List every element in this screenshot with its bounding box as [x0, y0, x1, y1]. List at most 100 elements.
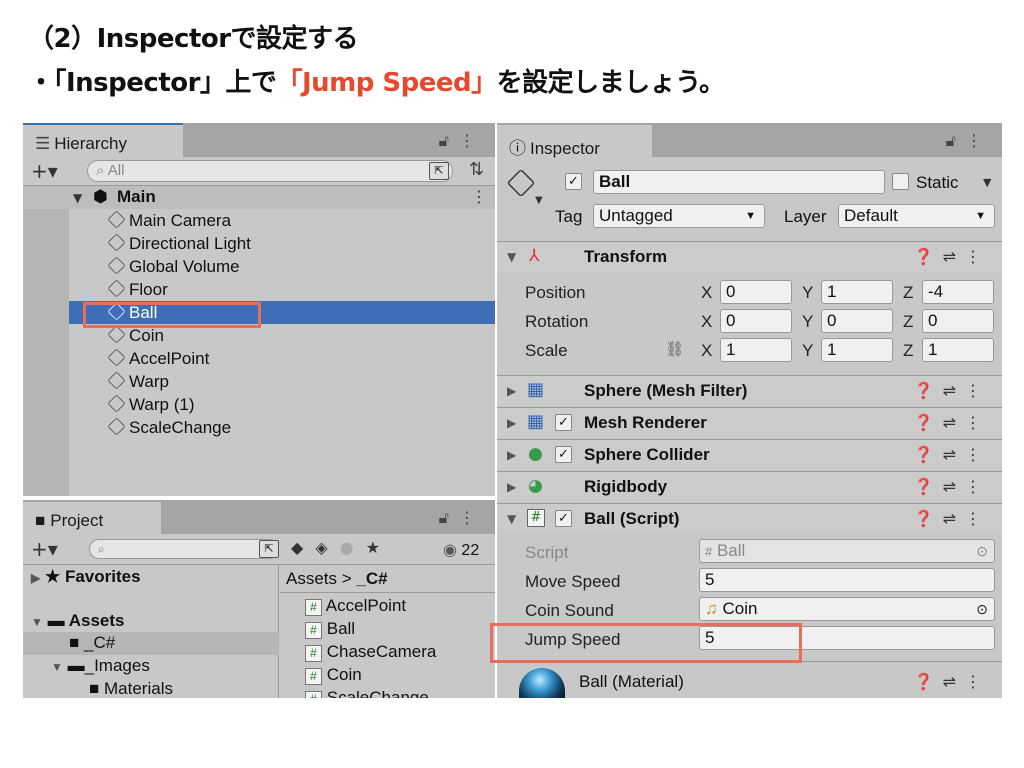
assets-item[interactable]: ▼ ▬ Assets [31, 611, 124, 631]
rotation-y-field[interactable]: 0 [821, 309, 893, 333]
preset-icon[interactable]: ⇌ [943, 672, 965, 691]
component-rigidbody-header[interactable]: ▶ ◕ Rigidbody ❓⇌⋮ [497, 471, 1002, 502]
kebab-menu-icon[interactable]: ⋮ [965, 381, 990, 400]
list-item[interactable]: Directional Light [107, 232, 251, 255]
static-checkbox[interactable] [892, 173, 909, 190]
list-item[interactable]: Main Camera [107, 209, 231, 232]
kebab-menu-icon[interactable]: ⋮ [965, 413, 990, 432]
icon-dropdown-arrow[interactable]: ▼ [535, 195, 543, 206]
help-icon[interactable]: ❓ [914, 672, 943, 691]
preset-icon[interactable]: ⇌ [943, 413, 965, 432]
move-speed-field[interactable]: 5 [699, 568, 995, 592]
kebab-menu-icon[interactable]: ⋮ [965, 672, 990, 691]
help-icon[interactable]: ❓ [914, 509, 943, 528]
list-item[interactable]: Warp (1) [107, 393, 195, 416]
scene-menu-icon[interactable]: ⋮ [471, 187, 487, 206]
info-icon[interactable]: ● [340, 538, 366, 557]
help-icon[interactable]: ❓ [914, 445, 943, 464]
file-item[interactable]: # Ball [305, 619, 355, 639]
file-item[interactable]: # ScaleChange [305, 688, 429, 698]
materials-folder-item[interactable]: ■ Materials [89, 679, 173, 698]
coin-sound-field[interactable]: ♫ Coin ⊙ [699, 597, 995, 621]
component-mesh-filter-header[interactable]: ▶ ▦ Sphere (Mesh Filter) ❓⇌⋮ [497, 375, 1002, 406]
list-item[interactable]: AccelPoint [107, 347, 209, 370]
expand-arrow[interactable]: ▶ [507, 448, 516, 462]
tab-hierarchy[interactable]: ☰ Hierarchy [23, 123, 183, 157]
expand-arrow[interactable]: ▶ [507, 416, 516, 430]
label-filter-icon[interactable]: ◈ [315, 538, 339, 557]
lock-icon[interactable]: 🔓︎ [946, 131, 966, 150]
kebab-menu-icon[interactable]: ⋮ [966, 131, 992, 150]
tag-dropdown[interactable]: Untagged ▼ [593, 204, 765, 228]
kebab-menu-icon[interactable]: ⋮ [965, 509, 990, 528]
scene-visibility-icon[interactable]: ⇱ [429, 162, 449, 180]
scale-x-field[interactable]: 1 [720, 338, 792, 362]
collapse-arrow[interactable]: ▼ [507, 250, 516, 264]
list-item[interactable]: Global Volume [107, 255, 240, 278]
component-mesh-renderer-header[interactable]: ▶ ▦ ✓ Mesh Renderer ❓⇌⋮ [497, 407, 1002, 438]
preset-icon[interactable]: ⇌ [943, 445, 965, 464]
rotation-x-field[interactable]: 0 [720, 309, 792, 333]
list-item[interactable]: Warp [107, 370, 169, 393]
preset-icon[interactable]: ⇌ [943, 477, 965, 496]
expand-arrow[interactable]: ▶ [507, 480, 516, 494]
preset-icon[interactable]: ⇌ [943, 381, 965, 400]
enabled-checkbox[interactable]: ✓ [555, 414, 572, 431]
favorite-star-icon[interactable]: ★ [366, 538, 392, 557]
expand-arrow[interactable]: ▶ [507, 384, 516, 398]
preset-icon[interactable]: ⇌ [943, 247, 965, 266]
enabled-checkbox[interactable]: ✓ [555, 446, 572, 463]
file-item[interactable]: # AccelPoint [305, 596, 406, 616]
object-picker-icon[interactable]: ⊙ [976, 598, 988, 620]
type-filter-icon[interactable]: ◆ [291, 538, 315, 557]
collapse-arrow[interactable]: ▼ [507, 512, 516, 526]
position-z-field[interactable]: -4 [922, 280, 994, 304]
kebab-menu-icon[interactable]: ⋮ [965, 477, 990, 496]
rotation-z-field[interactable]: 0 [922, 309, 994, 333]
scale-y-field[interactable]: 1 [821, 338, 893, 362]
preset-icon[interactable]: ⇌ [943, 509, 965, 528]
file-item[interactable]: # Coin [305, 665, 362, 685]
list-item[interactable]: Floor [107, 278, 168, 301]
lock-icon[interactable]: 🔓︎ [439, 508, 459, 527]
favorites-item[interactable]: ▶ ★ Favorites [31, 567, 141, 587]
list-item[interactable]: ScaleChange [107, 416, 231, 439]
project-search-input[interactable]: ⌕ [89, 539, 279, 559]
help-icon[interactable]: ❓ [914, 381, 943, 400]
enabled-checkbox[interactable]: ✓ [555, 510, 572, 527]
lock-icon[interactable]: 🔓︎ [439, 131, 459, 150]
kebab-menu-icon[interactable]: ⋮ [965, 247, 990, 266]
sort-icon[interactable]: ⇅ [469, 159, 484, 180]
active-checkbox[interactable]: ✓ [565, 173, 582, 190]
scene-row[interactable]: ▼ ⬢ Main ⋮ [23, 186, 495, 209]
hidden-packages[interactable]: ◉ 22 [443, 540, 479, 560]
position-x-field[interactable]: 0 [720, 280, 792, 304]
tab-inspector[interactable]: ⓘ Inspector [497, 123, 652, 158]
hierarchy-search-input[interactable]: ⌕ All [87, 160, 453, 182]
component-transform-header[interactable]: ▼ ⅄ Transform ❓⇌⋮ [497, 241, 1002, 272]
kebab-menu-icon[interactable]: ⋮ [459, 131, 485, 150]
add-object-button[interactable]: +▾ [31, 159, 58, 183]
images-folder-item[interactable]: ▼ ▬_Images [51, 656, 150, 676]
breadcrumb-assets[interactable]: Assets [286, 569, 337, 588]
object-name-field[interactable]: Ball [593, 170, 885, 194]
kebab-menu-icon[interactable]: ⋮ [459, 508, 485, 527]
help-icon[interactable]: ❓ [914, 247, 943, 266]
static-dropdown-arrow[interactable]: ▼ [983, 176, 991, 189]
help-icon[interactable]: ❓ [914, 477, 943, 496]
position-y-field[interactable]: 1 [821, 280, 893, 304]
component-sphere-collider-header[interactable]: ▶ ● ✓ Sphere Collider ❓⇌⋮ [497, 439, 1002, 470]
scene-expand-arrow[interactable]: ▼ [73, 191, 82, 205]
component-ball-script-header[interactable]: ▼ # ✓ Ball (Script) ❓⇌⋮ [497, 503, 1002, 534]
layer-dropdown[interactable]: Default ▼ [838, 204, 995, 228]
create-asset-button[interactable]: +▾ [31, 537, 58, 561]
kebab-menu-icon[interactable]: ⋮ [965, 445, 990, 464]
constrain-proportions-icon[interactable]: ⛓︎ [665, 340, 684, 358]
help-icon[interactable]: ❓ [914, 413, 943, 432]
gameobject-cube-icon[interactable] [506, 168, 536, 198]
scale-z-field[interactable]: 1 [922, 338, 994, 362]
c-folder-item[interactable]: ■ _C# [69, 633, 115, 653]
search-scope-icon[interactable]: ⇱ [259, 540, 279, 558]
file-item[interactable]: # ChaseCamera [305, 642, 436, 662]
breadcrumb-current[interactable]: _C# [356, 569, 387, 588]
